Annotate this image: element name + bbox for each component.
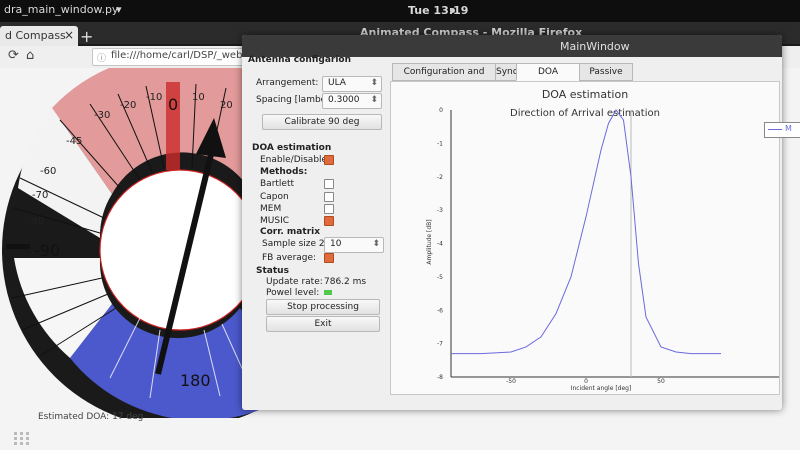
method-checkbox-music[interactable] [324, 216, 334, 226]
sample-size-input[interactable]: 10 ⬍ [324, 237, 384, 253]
os-top-bar: dra_main_window.py ▾ Tue 13:19 [0, 0, 800, 22]
main-window-titlebar[interactable]: MainWindow [242, 35, 782, 57]
spacing-input[interactable]: 0.3000 ⬍ [322, 93, 382, 109]
compass-label: -20 [120, 100, 136, 111]
exit-button[interactable]: Exit [266, 316, 380, 332]
method-label: Bartlett [260, 179, 295, 189]
main-window-title: MainWindow [560, 40, 630, 53]
tab-sync[interactable]: Sync [495, 63, 518, 81]
method-label: Capon [260, 192, 289, 202]
method-checkbox-bartlett[interactable] [324, 179, 334, 189]
method-label: MUSIC [260, 216, 290, 226]
method-checkbox-mem[interactable] [324, 204, 334, 214]
doa-header: DOA estimation [252, 143, 332, 153]
compass-major-tick [6, 244, 30, 249]
compass-label: -90 [34, 241, 60, 260]
fb-average-checkbox[interactable] [324, 253, 334, 263]
home-icon[interactable]: ⌂ [26, 48, 34, 63]
power-level-indicator [324, 290, 332, 295]
y-tick-label: -4 [437, 241, 443, 248]
y-tick-label: -7 [437, 341, 443, 348]
power-level-label: Powel level: [266, 288, 320, 298]
spinner-arrows-icon[interactable]: ⬍ [372, 239, 380, 249]
corr-matrix-header: Corr. matrix [260, 227, 321, 237]
enable-label: Enable/Disable: [260, 155, 331, 165]
chevron-down-icon[interactable]: ▾ [116, 3, 122, 16]
stop-processing-button[interactable]: Stop processing [266, 299, 380, 315]
method-checkbox-capon[interactable] [324, 192, 334, 202]
x-tick-label: 0 [584, 378, 588, 385]
y-axis-label: Amplitude [dB] [426, 219, 433, 264]
x-tick-label: 50 [657, 378, 665, 385]
new-tab-icon[interactable]: + [80, 27, 93, 46]
url-bar[interactable]: file:///home/carl/DSP/_webDisplay/com ⓘ [92, 48, 262, 66]
compass-label: 20 [220, 100, 233, 111]
tab-label: d Compass [5, 29, 66, 42]
y-tick-label: -1 [437, 140, 443, 147]
main-window: MainWindow Antenna configarion Arrangeme… [242, 35, 800, 410]
series-line [451, 109, 721, 355]
arrangement-select[interactable]: ULA ⬍ [322, 76, 382, 92]
arrangement-value: ULA [328, 78, 346, 88]
method-label: MEM [260, 204, 282, 214]
browser-tab[interactable]: d Compass × [0, 26, 78, 46]
status-header: Status [256, 266, 289, 276]
legend-label: M [785, 124, 792, 133]
script-name[interactable]: dra_main_window.py [4, 3, 118, 16]
clock[interactable]: Tue 13:19 [408, 4, 468, 17]
plot-pane: DOA estimation Direction of Arrival esti… [390, 81, 800, 395]
status-dot-icon [450, 8, 455, 13]
compass-gauge: -45 -30 -20 -10 0 10 20 -60 -70 -80 -90 … [2, 68, 260, 418]
doa-chart: Amplitude [dB] Incident angle [deg] 0 -1 -… [426, 107, 779, 392]
calibrate-button[interactable]: Calibrate 90 deg [262, 114, 382, 130]
x-axis-label: Incident angle [deg] [571, 385, 632, 392]
compass-label: 180 [180, 371, 211, 390]
spacing-value: 0.3000 [328, 95, 360, 105]
methods-header: Methods: [260, 167, 308, 177]
close-icon[interactable]: × [64, 28, 74, 42]
y-tick-label: -6 [437, 307, 443, 314]
y-tick-label: -8 [437, 374, 443, 381]
update-rate-value: 786.2 ms [324, 277, 367, 287]
y-tick-label: -3 [437, 207, 443, 214]
reload-icon[interactable]: ⟳ [8, 48, 19, 63]
y-tick-label: -2 [437, 174, 443, 181]
y-tick-label: 0 [439, 107, 443, 114]
y-tick-label: -5 [437, 274, 443, 281]
estimated-doa-text: Estimated DOA: 17 deg [38, 412, 144, 422]
compass-label: -80 [28, 216, 44, 227]
antenna-header: Antenna configarion [248, 55, 352, 65]
update-rate-label: Update rate: [266, 277, 323, 287]
compass-label: 0 [168, 95, 178, 114]
url-text: file:///home/carl/DSP/_webDisplay/com [111, 50, 259, 61]
compass-label: -60 [40, 166, 56, 177]
spinner-arrows-icon[interactable]: ⬍ [370, 78, 378, 88]
compass-label: -10 [146, 92, 162, 103]
legend-swatch [768, 129, 782, 130]
compass-label: -30 [94, 110, 110, 121]
x-tick-label: -50 [506, 378, 516, 385]
fb-average-label: FB average: [262, 253, 317, 263]
arrangement-label: Arrangement: [256, 78, 319, 88]
legend: M [764, 122, 800, 138]
apps-grid-icon[interactable] [14, 432, 32, 446]
sample-size-value: 10 [330, 239, 342, 249]
compass-label: -70 [32, 190, 48, 201]
tab-doa-estimation[interactable]: DOA estimation [516, 63, 580, 93]
enable-checkbox[interactable] [324, 155, 334, 165]
tab-configuration[interactable]: Configuration and Spectrum [392, 63, 496, 93]
spinner-arrows-icon[interactable]: ⬍ [370, 95, 378, 105]
compass-center [99, 169, 260, 331]
compass-label: 10 [192, 92, 205, 103]
tab-passive-radar[interactable]: Passive radar [579, 63, 633, 93]
compass-label: -45 [66, 136, 82, 147]
info-icon[interactable]: ⓘ [97, 51, 106, 64]
